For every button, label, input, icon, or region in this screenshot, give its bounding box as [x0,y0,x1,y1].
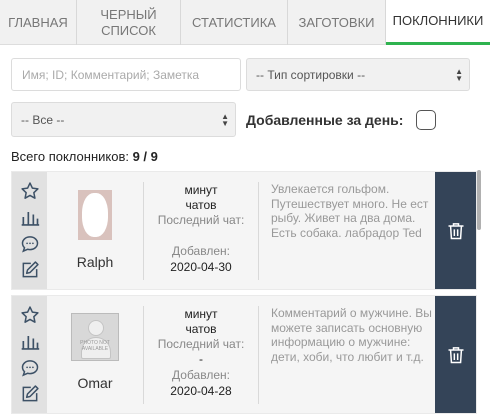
sort-type-select[interactable]: -- Тип сортировки -- ▲ ▼ [246,58,470,91]
added-label: Добавлен: [172,244,230,258]
tab-fans[interactable]: ПОКЛОННИКИ [386,0,490,45]
divider [258,182,259,280]
delete-button[interactable] [435,172,476,289]
sort-type-value: -- Тип сортировки -- [256,67,366,82]
scrollbar[interactable] [477,170,481,230]
total-value: 9 / 9 [132,149,158,164]
fan-info: минут чатов Последний чат: Добавлен: 202… [144,172,258,289]
tab-bar: ГЛАВНАЯ ЧЕРНЫЙ СПИСОК СТАТИСТИКА ЗАГОТОВ… [0,0,490,45]
added-today-checkbox[interactable] [416,110,436,130]
last-chat-value [144,228,258,242]
delete-button[interactable] [435,296,476,413]
time-unit: чатов [185,322,217,336]
avatar[interactable]: PHOTO NOT AVAILABLE [71,313,119,361]
card-actions [12,172,47,289]
added-label: Добавлен: [172,368,230,382]
star-icon[interactable] [20,181,40,201]
fan-comment[interactable]: Комментарий о мужчине. Вы можете записат… [271,306,436,364]
edit-icon[interactable] [20,384,40,404]
time-value: минут [184,307,218,321]
added-today-label: Добавленные за день: [246,112,404,128]
tab-blacklist[interactable]: ЧЕРНЫЙ СПИСОК [77,0,181,45]
time-value: минут [184,183,218,197]
filter-all-value: -- Все -- [21,112,65,127]
tab-templates[interactable]: ЗАГОТОВКИ [288,0,386,45]
fan-avatar-box: Ralph [47,172,143,289]
last-chat-value: - [199,352,203,366]
star-icon[interactable] [20,305,40,325]
tab-statistics[interactable]: СТАТИСТИКА [181,0,288,45]
total-fans: Всего поклонников: 9 / 9 [11,149,158,164]
photo-placeholder-text: PHOTO NOT AVAILABLE [80,340,110,352]
fan-card: PHOTO NOT AVAILABLE Omar минут чатов Пос… [11,295,477,414]
filter-all-select[interactable]: -- Все -- ▲ ▼ [11,102,236,137]
edit-icon[interactable] [20,260,40,280]
trash-icon [448,346,463,363]
search-input[interactable]: Имя; ID; Комментарий; Заметка [11,58,241,91]
stats-icon[interactable] [20,331,40,351]
trash-icon [448,222,463,239]
chat-icon[interactable] [20,358,40,378]
fan-name[interactable]: Omar [78,375,113,391]
select-arrows-icon: ▲ ▼ [221,111,229,128]
time-unit: чатов [185,198,217,212]
added-date: 2020-04-30 [170,260,232,274]
fan-avatar-box: PHOTO NOT AVAILABLE Omar [47,296,143,413]
fan-name[interactable]: Ralph [77,254,114,270]
card-actions [12,296,47,413]
total-label: Всего поклонников: [11,149,129,164]
divider [258,306,259,404]
last-chat-label: Последний чат: [157,337,245,351]
fan-info: минут чатов Последний чат: - Добавлен: 2… [144,296,258,413]
stats-icon[interactable] [20,207,40,227]
search-placeholder: Имя; ID; Комментарий; Заметка [22,67,200,82]
select-arrows-icon: ▲ ▼ [455,66,463,83]
fan-card: Ralph минут чатов Последний чат: Добавле… [11,171,477,290]
tab-main[interactable]: ГЛАВНАЯ [0,0,77,45]
chat-icon[interactable] [20,234,40,254]
last-chat-label: Последний чат: [157,213,245,227]
avatar[interactable] [78,190,112,240]
fan-comment[interactable]: Увлекается гольфом. Путешествует много. … [271,182,436,240]
added-date: 2020-04-28 [170,384,232,398]
